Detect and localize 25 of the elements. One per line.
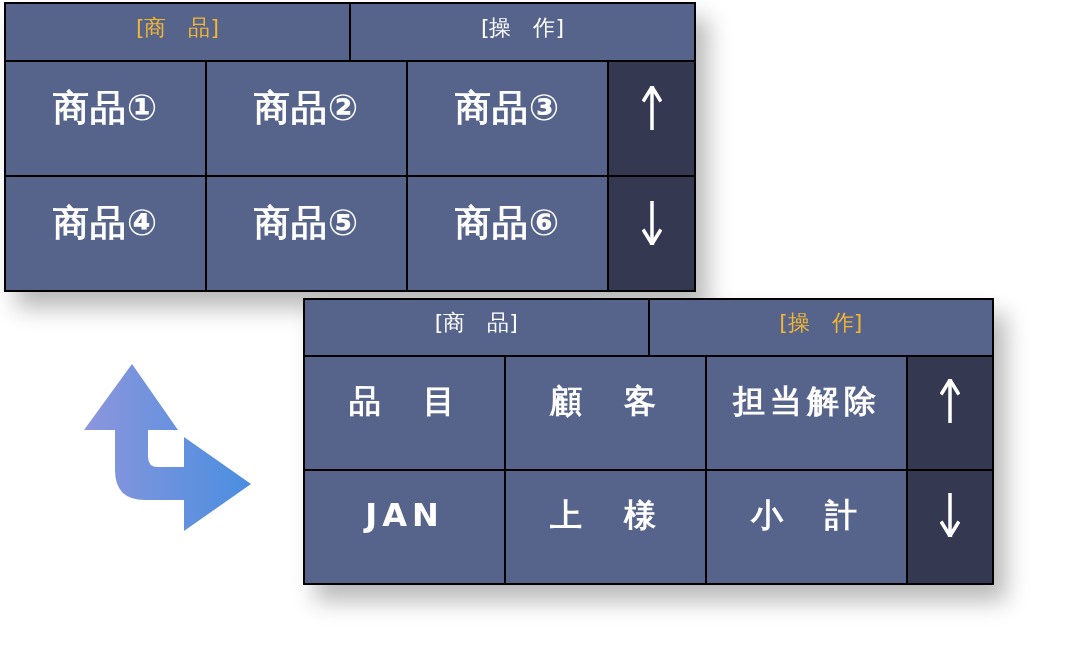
item-button[interactable]: 商品① bbox=[6, 62, 205, 175]
item-button[interactable]: 商品③ bbox=[408, 62, 607, 175]
item-button[interactable]: 品 目 bbox=[305, 357, 504, 469]
item-button[interactable]: 商品② bbox=[207, 62, 406, 175]
item-button[interactable]: 担当解除 bbox=[707, 357, 906, 469]
scroll-up-button[interactable] bbox=[908, 357, 992, 469]
scroll-down-button[interactable] bbox=[609, 177, 694, 290]
item-button[interactable]: 上 様 bbox=[506, 471, 705, 583]
item-button[interactable]: 顧 客 bbox=[506, 357, 705, 469]
item-button[interactable]: 商品④ bbox=[6, 177, 205, 290]
tab[interactable]: [操 作] bbox=[649, 300, 992, 355]
scroll-up-button[interactable] bbox=[609, 62, 694, 175]
item-button[interactable]: 商品⑥ bbox=[408, 177, 607, 290]
turn-arrow-icon bbox=[84, 364, 251, 531]
item-button[interactable]: JAN bbox=[305, 471, 504, 583]
item-button[interactable]: 商品⑤ bbox=[207, 177, 406, 290]
scroll-down-button[interactable] bbox=[908, 471, 992, 583]
arrow-up-icon bbox=[641, 85, 662, 130]
tab[interactable]: [商 品] bbox=[6, 4, 349, 60]
item-button[interactable]: 小 計 bbox=[707, 471, 906, 583]
arrow-down-icon bbox=[641, 200, 662, 245]
arrow-up-icon bbox=[940, 379, 960, 423]
tab[interactable]: [商 品] bbox=[305, 300, 648, 355]
arrow-down-icon bbox=[940, 493, 960, 537]
tab[interactable]: [操 作] bbox=[351, 4, 694, 60]
